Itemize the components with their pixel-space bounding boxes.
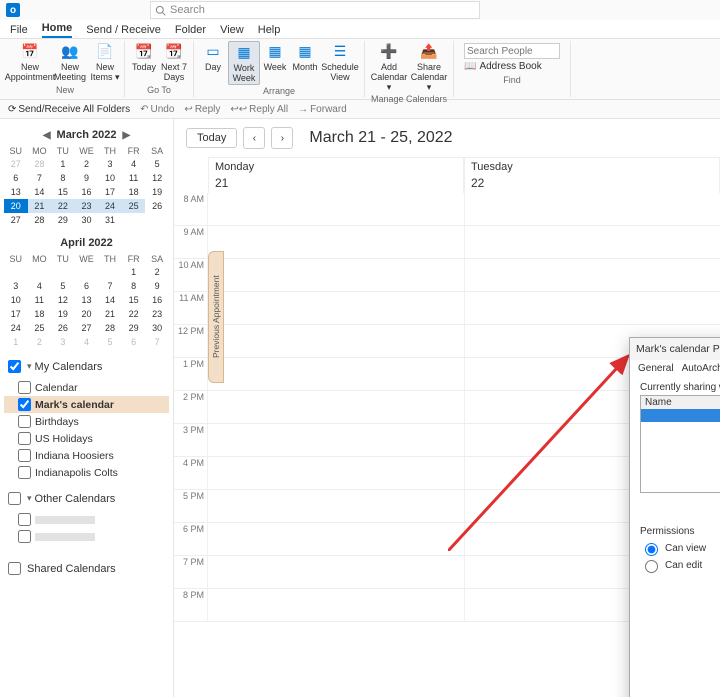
next-month-button[interactable]: ▶ [122, 130, 130, 141]
calendar-item-hoosiers[interactable]: Indiana Hoosiers [4, 447, 169, 464]
week-icon: 📆 [165, 43, 183, 61]
search-input[interactable]: Search [150, 1, 480, 19]
tab-help[interactable]: Help [258, 24, 281, 38]
date-range-title: March 21 - 25, 2022 [309, 129, 452, 147]
sharing-label: Currently sharing with: [640, 382, 720, 393]
calendar-item-birthdays[interactable]: Birthdays [4, 413, 169, 430]
dialog-tab-general[interactable]: General [638, 363, 674, 376]
day-icon: ▭ [204, 43, 222, 61]
properties-dialog: Mark's calendar Properties✕ General Auto… [629, 337, 720, 697]
search-people-input[interactable] [464, 43, 560, 59]
undo-button[interactable]: ↶ Undo [140, 104, 174, 115]
next7-button[interactable]: 📆Next 7 Days [159, 41, 189, 83]
work-week-icon: ▦ [235, 44, 253, 62]
new-appointment-button[interactable]: 📅New Appointment [10, 41, 50, 83]
today-icon: 📆 [135, 43, 153, 61]
prev-month-button[interactable]: ◀ [43, 130, 51, 141]
can-edit-radio[interactable]: Can edit [640, 557, 720, 573]
go-today-button[interactable]: Today [186, 128, 237, 148]
share-icon: 📤 [420, 43, 438, 61]
month-view-button[interactable]: ▦Month [290, 41, 320, 73]
calendar-main: Today ‹ › March 21 - 25, 2022 Monday21Tu… [174, 119, 720, 697]
month-icon: ▦ [296, 43, 314, 61]
dialog-title: Mark's calendar Properties [636, 343, 720, 355]
calendar-item-colts[interactable]: Indianapolis Colts [4, 464, 169, 481]
month-title-2: April 2022 [60, 237, 113, 249]
today-button[interactable]: 📆Today [129, 41, 159, 73]
forward-button[interactable]: → Forward [298, 104, 347, 115]
add-calendar-button[interactable]: ➕Add Calendar ▾ [369, 41, 409, 93]
week-view-button[interactable]: ▦Week [260, 41, 290, 73]
reply-all-button[interactable]: ↩↩ Reply All [230, 104, 288, 115]
quick-action-bar: ⟳ Send/Receive All Folders ↶ Undo ↩ Repl… [0, 100, 720, 119]
calendar-item-redacted-2[interactable] [4, 528, 169, 545]
calendar-item-redacted-1[interactable] [4, 511, 169, 528]
schedule-icon: ☰ [331, 43, 349, 61]
my-calendars-header[interactable]: ▾My Calendars [4, 357, 169, 376]
mini-calendar-april[interactable]: SUMOTUWETHFRSA12345678910111213141516171… [4, 253, 169, 349]
outlook-icon: o [6, 3, 20, 17]
calendar-item-us-holidays[interactable]: US Holidays [4, 430, 169, 447]
other-calendars-header[interactable]: ▾Other Calendars [4, 489, 169, 508]
sharing-row-selected[interactable]: Can view [641, 409, 720, 422]
reply-button[interactable]: ↩ Reply [184, 104, 220, 115]
week-view-icon: ▦ [266, 43, 284, 61]
search-icon [155, 5, 166, 16]
ribbon: 📅New Appointment 👥New Meeting 📄New Items… [0, 38, 720, 100]
titlebar: o Search [0, 0, 720, 20]
month-title-1: March 2022 [57, 129, 117, 141]
tab-home[interactable]: Home [42, 22, 73, 38]
calendar-item-marks[interactable]: Mark's calendar [4, 396, 169, 413]
ribbon-tabs: File Home Send / Receive Folder View Hel… [0, 20, 720, 38]
tab-folder[interactable]: Folder [175, 24, 206, 38]
can-view-radio[interactable]: Can view [640, 540, 720, 556]
sidebar: ◀ March 2022 ▶ SUMOTUWETHFRSA2728123456789… [0, 119, 174, 697]
shared-calendars-header[interactable]: Shared Calendars [4, 559, 169, 578]
share-calendar-button[interactable]: 📤Share Calendar ▾ [409, 41, 449, 93]
prev-period-button[interactable]: ‹ [243, 127, 265, 149]
new-meeting-button[interactable]: 👥New Meeting [50, 41, 90, 83]
calendar-item-calendar[interactable]: Calendar [4, 379, 169, 396]
address-book-button[interactable]: 📖Address Book [464, 61, 560, 72]
add-calendar-icon: ➕ [380, 43, 398, 61]
previous-appointment-tab[interactable]: Previous Appointment [208, 251, 224, 383]
meeting-icon: 👥 [61, 43, 79, 61]
day-column[interactable]: Tuesday22 [464, 157, 720, 193]
send-receive-all-button[interactable]: ⟳ Send/Receive All Folders [8, 104, 130, 115]
mini-calendar-march[interactable]: SUMOTUWETHFRSA27281234567891011121314151… [4, 145, 169, 227]
next-period-button[interactable]: › [271, 127, 293, 149]
work-week-view-button[interactable]: ▦Work Week [228, 41, 260, 85]
tab-view[interactable]: View [220, 24, 244, 38]
tab-file[interactable]: File [10, 24, 28, 38]
new-items-button[interactable]: 📄New Items ▾ [90, 41, 120, 83]
day-view-button[interactable]: ▭Day [198, 41, 228, 73]
day-column[interactable]: Monday21 [208, 157, 464, 193]
sharing-list[interactable]: NamePermission Level Can view [640, 395, 720, 493]
tab-send-receive[interactable]: Send / Receive [86, 24, 161, 38]
book-icon: 📖 [464, 61, 476, 72]
items-icon: 📄 [96, 43, 114, 61]
schedule-view-button[interactable]: ☰Schedule View [320, 41, 360, 83]
permissions-label: Permissions [640, 526, 720, 537]
calendar-icon: 📅 [21, 43, 39, 61]
dialog-tab-autoarchive[interactable]: AutoArchive [682, 363, 720, 376]
